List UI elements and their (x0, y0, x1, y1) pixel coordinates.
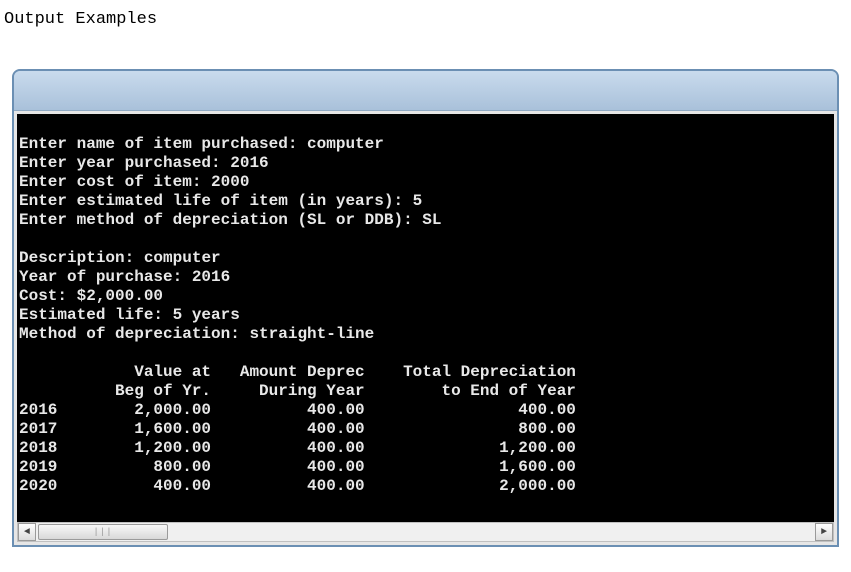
summary-label: Method of depreciation: (19, 325, 249, 343)
prompt-value: 5 (413, 192, 423, 210)
table-row: 2016 2,000.00 400.00 400.00 (19, 401, 576, 419)
prompt-value: 2016 (230, 154, 268, 172)
summary-label: Year of purchase: (19, 268, 192, 286)
prompt-value: 2000 (211, 173, 249, 191)
table-row: 2017 1,600.00 400.00 800.00 (19, 420, 576, 438)
prompt-value: SL (422, 211, 441, 229)
console-wrap: Enter name of item purchased: computer E… (14, 111, 837, 545)
table-row: 2018 1,200.00 400.00 1,200.00 (19, 439, 576, 457)
prompt-life: Enter estimated life of item (in years):… (19, 192, 422, 210)
console-window: Enter name of item purchased: computer E… (12, 69, 839, 547)
scrollbar-track[interactable]: ||| (36, 523, 815, 541)
prompt-label: Enter name of item purchased: (19, 135, 307, 153)
chevron-right-icon: ► (821, 527, 827, 538)
summary-value: computer (144, 249, 221, 267)
summary-value: 5 years (173, 306, 240, 324)
window-titlebar (14, 71, 837, 111)
grip-icon: ||| (93, 527, 112, 537)
prompt-method: Enter method of depreciation (SL or DDB)… (19, 211, 441, 229)
summary-value: straight-line (249, 325, 374, 343)
prompt-item-name: Enter name of item purchased: computer (19, 135, 384, 153)
prompt-label: Enter estimated life of item (in years): (19, 192, 413, 210)
table-header-row-2: Beg of Yr. During Year to End of Year (19, 382, 576, 400)
summary-label: Description: (19, 249, 144, 267)
table-row: 2019 800.00 400.00 1,600.00 (19, 458, 576, 476)
summary-life: Estimated life: 5 years (19, 306, 240, 324)
page-heading: Output Examples (0, 0, 851, 29)
prompt-label: Enter year purchased: (19, 154, 230, 172)
prompt-cost: Enter cost of item: 2000 (19, 173, 249, 191)
summary-description: Description: computer (19, 249, 221, 267)
summary-cost: Cost: $2,000.00 (19, 287, 163, 305)
scroll-left-button[interactable]: ◄ (18, 523, 36, 541)
summary-label: Cost: (19, 287, 77, 305)
horizontal-scrollbar[interactable]: ◄ ||| ► (17, 522, 834, 542)
summary-method: Method of depreciation: straight-line (19, 325, 374, 343)
summary-value: 2016 (192, 268, 230, 286)
summary-label: Estimated life: (19, 306, 173, 324)
scroll-right-button[interactable]: ► (815, 523, 833, 541)
prompt-label: Enter method of depreciation (SL or DDB)… (19, 211, 422, 229)
scrollbar-thumb[interactable]: ||| (38, 524, 168, 540)
table-header-row-1: Value at Amount Deprec Total Depreciatio… (19, 363, 576, 381)
summary-year: Year of purchase: 2016 (19, 268, 230, 286)
summary-value: $2,000.00 (77, 287, 163, 305)
table-row: 2020 400.00 400.00 2,000.00 (19, 477, 576, 495)
chevron-left-icon: ◄ (24, 527, 30, 538)
prompt-value: computer (307, 135, 384, 153)
prompt-label: Enter cost of item: (19, 173, 211, 191)
console-output: Enter name of item purchased: computer E… (17, 114, 834, 522)
prompt-year: Enter year purchased: 2016 (19, 154, 269, 172)
